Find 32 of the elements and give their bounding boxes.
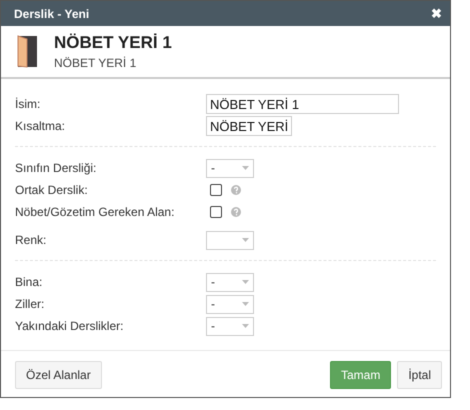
dropdown[interactable]: - (206, 272, 254, 292)
dialog-button[interactable]: Özel Alanlar (15, 361, 102, 389)
help-icon[interactable] (231, 185, 241, 195)
field-label: Yakındaki Derslikler: (15, 319, 124, 333)
text-field[interactable]: NÖBET YERİ 1 (206, 94, 399, 114)
record-subtitle: NÖBET YERİ 1 (54, 56, 138, 70)
caret-icon (242, 166, 249, 170)
field-label: Bina: (15, 275, 44, 289)
field-label: Nöbet/Gözetim Gereken Alan: (15, 205, 176, 219)
field-label: Kısaltma: (15, 119, 66, 133)
dropdown[interactable]: - (206, 294, 254, 314)
caret-icon (242, 280, 249, 284)
text-field[interactable]: NÖBET YERİ (206, 116, 292, 136)
window-title: Derslik - Yeni (14, 6, 90, 20)
checkbox[interactable] (210, 206, 222, 218)
dialog-button[interactable]: İptal (397, 361, 442, 389)
field-label: Ortak Derslik: (15, 183, 89, 197)
field-label: Ziller: (15, 297, 46, 311)
caret-icon (242, 324, 249, 328)
dropdown[interactable] (206, 230, 254, 250)
dropdown[interactable]: - (206, 158, 254, 178)
help-icon[interactable] (231, 207, 241, 217)
close-button[interactable]: ✖ (431, 6, 442, 21)
door-icon (16, 35, 38, 68)
record-title: NÖBET YERİ 1 (54, 33, 172, 53)
field-label: Renk: (15, 233, 48, 247)
checkbox[interactable] (210, 184, 222, 196)
caret-icon (242, 238, 249, 242)
caret-icon (242, 302, 249, 306)
field-label: İsim: (15, 97, 42, 111)
dropdown[interactable]: - (206, 316, 254, 336)
field-label: Sınıfın Dersliği: (15, 161, 98, 175)
